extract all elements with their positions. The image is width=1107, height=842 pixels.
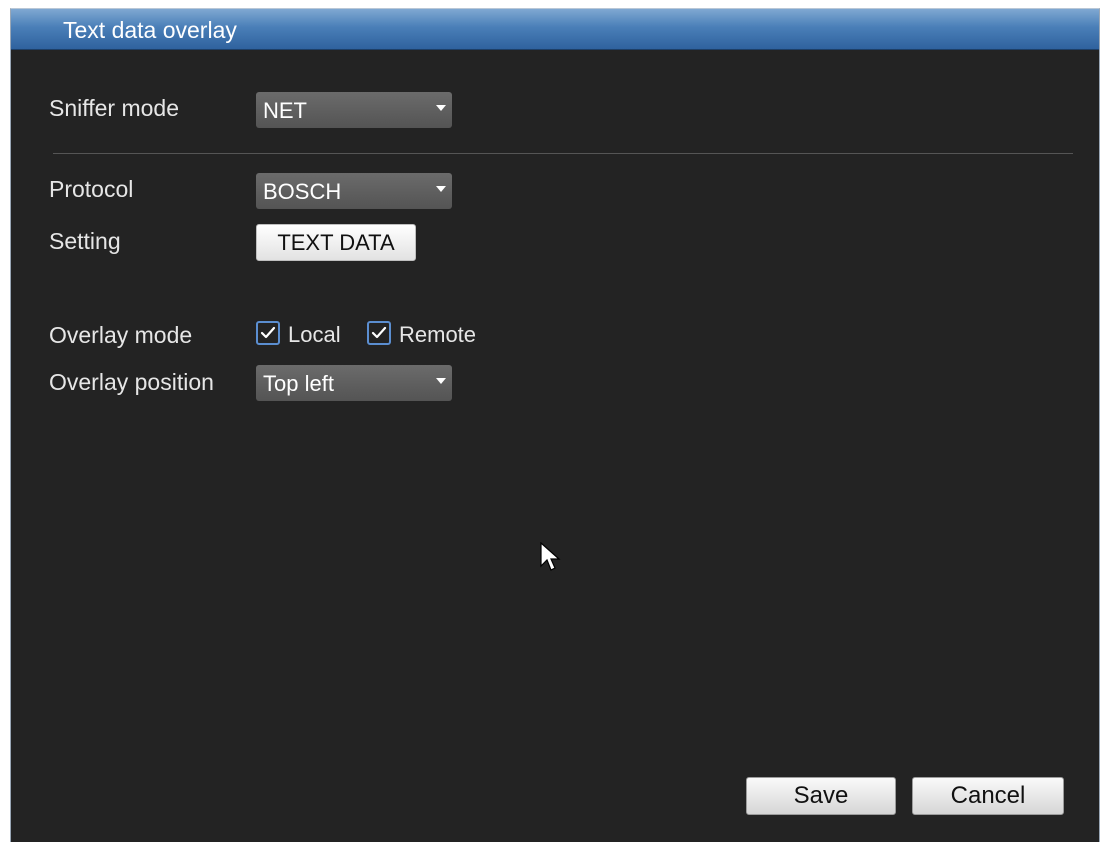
protocol-value: BOSCH: [263, 179, 342, 204]
overlay-position-select[interactable]: Top left: [256, 365, 452, 401]
setting-label: Setting: [49, 228, 121, 254]
local-label[interactable]: Local: [288, 322, 341, 348]
section-divider: [53, 153, 1073, 154]
protocol-select[interactable]: BOSCH: [256, 173, 452, 209]
title-bar: Text data overlay: [11, 9, 1099, 50]
sniffer-mode-label: Sniffer mode: [49, 95, 179, 121]
dialog-title: Text data overlay: [63, 17, 237, 43]
text-data-overlay-dialog: Text data overlay Sniffer mode NET Proto…: [10, 8, 1100, 842]
overlay-mode-label: Overlay mode: [49, 322, 193, 348]
protocol-label: Protocol: [49, 176, 134, 202]
chevron-down-icon: [436, 186, 446, 192]
overlay-position-value: Top left: [263, 371, 334, 396]
local-checkbox[interactable]: [256, 321, 280, 345]
checkmark-icon: [260, 326, 276, 339]
chevron-down-icon: [436, 105, 446, 111]
text-data-button[interactable]: TEXT DATA: [256, 224, 416, 261]
chevron-down-icon: [436, 378, 446, 384]
checkmark-icon: [371, 326, 387, 339]
mouse-pointer-icon: [540, 542, 561, 571]
remote-checkbox[interactable]: [367, 321, 391, 345]
overlay-position-label: Overlay position: [49, 369, 214, 395]
cancel-button[interactable]: Cancel: [912, 777, 1064, 815]
sniffer-mode-value: NET: [263, 98, 307, 123]
save-button[interactable]: Save: [746, 777, 896, 815]
remote-label[interactable]: Remote: [399, 322, 476, 348]
sniffer-mode-select[interactable]: NET: [256, 92, 452, 128]
